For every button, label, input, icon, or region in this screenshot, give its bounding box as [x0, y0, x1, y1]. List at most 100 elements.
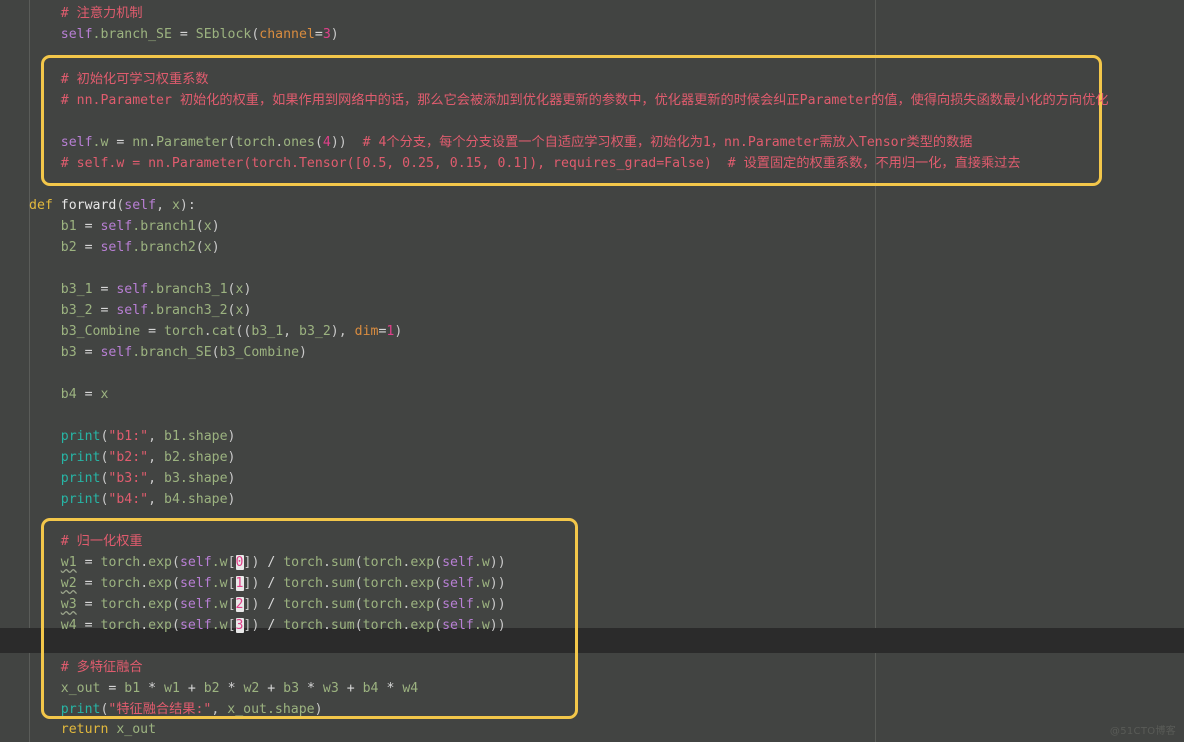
- code-token: *: [227, 681, 244, 696]
- code-token: ):: [179, 198, 196, 213]
- line-print-b1[interactable]: print("b1:", b1.shape): [29, 426, 236, 447]
- line-def-forward[interactable]: def forward(self, x):: [29, 195, 196, 216]
- code-token: torch: [362, 576, 403, 591]
- code-editor-viewport[interactable]: # 注意力机制 self.branch_SE = SEblock(channel…: [0, 0, 1184, 742]
- code-token: =: [314, 27, 323, 42]
- code-token: ,: [283, 324, 300, 339]
- code-token: (: [434, 618, 443, 633]
- code-token: self: [442, 597, 474, 612]
- code-token: x: [100, 387, 109, 402]
- line-nn-parameter-explain-comment[interactable]: # nn.Parameter 初始化的权重，如果作用到网络中的话，那么它会被添加…: [29, 90, 1109, 111]
- code-token: b3_2: [299, 324, 331, 339]
- code-token: sum: [330, 576, 355, 591]
- line-self-w-tensor-commented[interactable]: # self.w = nn.Parameter(torch.Tensor([0.…: [29, 153, 1021, 174]
- code-token: )): [489, 555, 506, 570]
- line-normalize-comment[interactable]: # 归一化权重: [29, 531, 143, 552]
- code-token: w1: [60, 555, 77, 570]
- code-token: x_out: [116, 722, 157, 737]
- code-token: exp: [148, 597, 172, 612]
- line-return[interactable]: return x_out: [29, 719, 156, 740]
- code-token: ): [211, 240, 220, 255]
- code-token: print: [60, 492, 101, 507]
- code-token: self: [442, 576, 474, 591]
- code-token: w2: [60, 576, 77, 591]
- code-token: (: [354, 597, 363, 612]
- line-w3[interactable]: w3 = torch.exp(self.w[2]) / torch.sum(to…: [29, 594, 506, 615]
- line-w1[interactable]: w1 = torch.exp(self.w[0]) / torch.sum(to…: [29, 552, 506, 573]
- code-token: x: [203, 219, 212, 234]
- line-b2[interactable]: b2 = self.branch2(x): [29, 237, 220, 258]
- code-token: b1: [60, 219, 85, 234]
- line-b1[interactable]: b1 = self.branch1(x): [29, 216, 220, 237]
- code-token: b1: [124, 681, 149, 696]
- code-token: torch: [100, 576, 141, 591]
- line-x-out[interactable]: x_out = b1 * w1 + b2 * w2 + b3 * w3 + b4…: [29, 678, 418, 699]
- line-b3-2[interactable]: b3_2 = self.branch3_2(x): [29, 300, 252, 321]
- code-token: print: [60, 429, 101, 444]
- line-print-b4[interactable]: print("b4:", b4.shape): [29, 489, 236, 510]
- code-token: .w: [211, 555, 228, 570]
- code-token: b3.shape: [164, 471, 228, 486]
- code-token: self: [179, 555, 212, 570]
- code-token: 3: [235, 618, 244, 633]
- code-token: =: [84, 240, 101, 255]
- line-branch-se[interactable]: self.branch_SE = SEblock(channel=3): [29, 24, 339, 45]
- code-token: torch: [283, 597, 323, 612]
- code-token: self: [60, 135, 93, 150]
- code-token: =: [84, 618, 101, 633]
- code-lines-container[interactable]: # 注意力机制 self.branch_SE = SEblock(channel…: [0, 0, 1184, 742]
- code-token: print: [60, 702, 101, 717]
- code-token: self: [100, 240, 133, 255]
- code-token: ): [330, 27, 339, 42]
- code-token: =: [84, 219, 101, 234]
- code-token: (: [354, 618, 363, 633]
- line-b3-1[interactable]: b3_1 = self.branch3_1(x): [29, 279, 252, 300]
- code-token: ,: [211, 702, 228, 717]
- line-b3[interactable]: b3 = self.branch_SE(b3_Combine): [29, 342, 307, 363]
- code-token: (: [171, 618, 180, 633]
- code-token: (: [434, 576, 443, 591]
- code-token: "b2:": [108, 450, 149, 465]
- code-token: .w: [473, 597, 490, 612]
- code-token: (: [354, 555, 363, 570]
- code-token: (: [434, 597, 443, 612]
- code-token: exp: [148, 555, 172, 570]
- line-init-weights-comment[interactable]: # 初始化可学习权重系数: [29, 69, 209, 90]
- code-token: ,: [148, 450, 165, 465]
- code-token: =: [84, 597, 101, 612]
- code-token: print: [60, 450, 101, 465]
- line-print-b2[interactable]: print("b2:", b2.shape): [29, 447, 236, 468]
- line-b4[interactable]: b4 = x: [29, 384, 109, 405]
- code-token: .: [148, 135, 157, 150]
- code-token: sum: [330, 618, 355, 633]
- code-token: =: [84, 576, 101, 591]
- code-token: self: [124, 198, 157, 213]
- code-token: ones: [283, 135, 315, 150]
- line-w4[interactable]: w4 = torch.exp(self.w[3]) / torch.sum(to…: [29, 615, 506, 636]
- code-token: b1.shape: [164, 429, 228, 444]
- code-token: b3_2: [60, 303, 101, 318]
- line-print-fusion[interactable]: print("特征融合结果:", x_out.shape): [29, 699, 323, 720]
- line-fusion-comment[interactable]: # 多特征融合: [29, 657, 143, 678]
- code-token: print: [60, 471, 101, 486]
- code-token: b3_Combine: [60, 324, 149, 339]
- line-self-w-ones[interactable]: self.w = nn.Parameter(torch.ones(4)) # 4…: [29, 132, 973, 153]
- code-token: /: [267, 576, 284, 591]
- line-print-b3[interactable]: print("b3:", b3.shape): [29, 468, 236, 489]
- code-token: .branch_SE: [92, 27, 180, 42]
- line-b3-combine[interactable]: b3_Combine = torch.cat((b3_1, b3_2), dim…: [29, 321, 403, 342]
- line-attention-comment[interactable]: # 注意力机制: [29, 3, 143, 24]
- code-token: ): [251, 576, 268, 591]
- line-w2[interactable]: w2 = torch.exp(self.w[1]) / torch.sum(to…: [29, 573, 506, 594]
- code-token: /: [267, 555, 284, 570]
- code-token: +: [187, 681, 204, 696]
- code-token: .: [322, 576, 331, 591]
- code-token: self: [60, 27, 93, 42]
